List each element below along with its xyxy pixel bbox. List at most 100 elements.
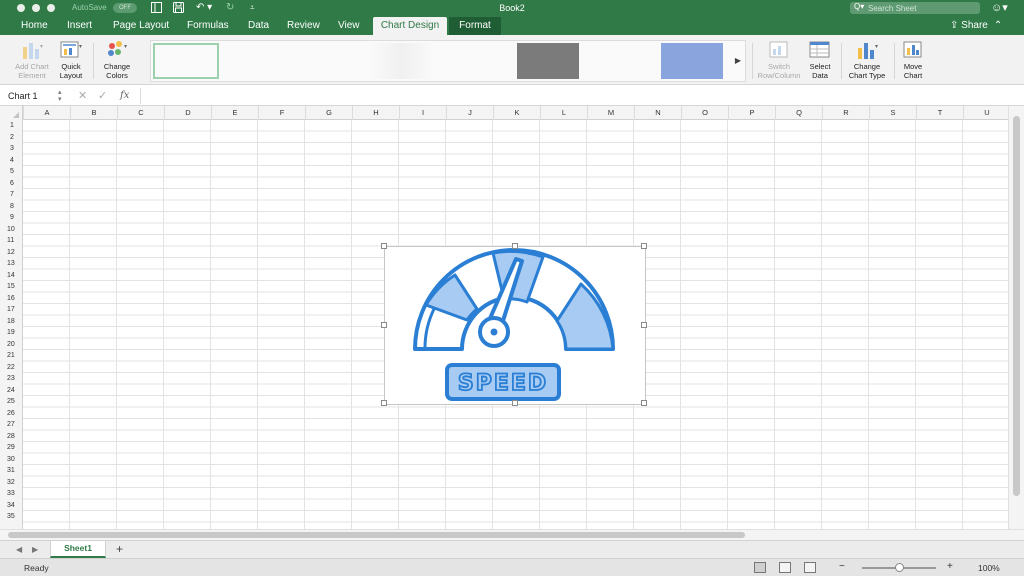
row-header-16[interactable]: 16 — [0, 293, 22, 305]
sheet-tab-sheet1[interactable]: Sheet1 — [50, 541, 106, 558]
row-header-8[interactable]: 8 — [0, 201, 22, 213]
row-header-22[interactable]: 22 — [0, 362, 22, 374]
column-header-o[interactable]: O — [681, 106, 728, 120]
resize-handle-sw[interactable] — [381, 400, 387, 406]
add-sheet-button[interactable]: + — [116, 543, 123, 556]
chart-style-1[interactable] — [153, 43, 219, 79]
tab-insert[interactable]: Insert — [60, 17, 99, 35]
row-header-9[interactable]: 9 — [0, 212, 22, 224]
zoom-in-button[interactable]: + — [947, 561, 953, 573]
page-break-view-icon[interactable] — [804, 562, 816, 573]
move-chart-button[interactable]: Move Chart — [898, 39, 928, 80]
row-header-29[interactable]: 29 — [0, 442, 22, 454]
add-chart-element-button[interactable]: ▾ Add Chart Element — [10, 39, 54, 80]
insert-function-icon[interactable]: fx — [120, 89, 129, 103]
row-header-18[interactable]: 18 — [0, 316, 22, 328]
column-header-q[interactable]: Q — [775, 106, 822, 120]
column-header-d[interactable]: D — [164, 106, 211, 120]
next-sheet-icon[interactable]: ▶ — [32, 544, 38, 556]
zoom-slider-thumb[interactable] — [895, 563, 904, 572]
column-header-e[interactable]: E — [211, 106, 258, 120]
column-header-a[interactable]: A — [23, 106, 70, 120]
select-all-button[interactable] — [0, 106, 23, 120]
resize-handle-w[interactable] — [381, 322, 387, 328]
tab-format[interactable]: Format — [449, 17, 501, 35]
tab-data[interactable]: Data — [241, 17, 276, 35]
tab-chart-design[interactable]: Chart Design — [373, 17, 447, 35]
row-header-32[interactable]: 32 — [0, 477, 22, 489]
row-header-3[interactable]: 3 — [0, 143, 22, 155]
column-header-t[interactable]: T — [916, 106, 963, 120]
column-header-u[interactable]: U — [963, 106, 1008, 120]
row-header-23[interactable]: 23 — [0, 373, 22, 385]
row-header-17[interactable]: 17 — [0, 304, 22, 316]
chart-object[interactable]: SPEED — [381, 243, 647, 406]
row-header-35[interactable]: 35 — [0, 511, 22, 523]
chart-style-6[interactable] — [587, 43, 653, 79]
resize-handle-n[interactable] — [512, 243, 518, 249]
chart-style-7[interactable] — [661, 43, 723, 79]
column-header-g[interactable]: G — [305, 106, 352, 120]
row-header-14[interactable]: 14 — [0, 270, 22, 282]
column-header-m[interactable]: M — [587, 106, 634, 120]
resize-handle-s[interactable] — [512, 400, 518, 406]
column-header-i[interactable]: I — [399, 106, 446, 120]
search-input[interactable] — [868, 3, 976, 13]
row-header-25[interactable]: 25 — [0, 396, 22, 408]
resize-handle-ne[interactable] — [641, 243, 647, 249]
column-header-c[interactable]: C — [117, 106, 164, 120]
row-header-34[interactable]: 34 — [0, 500, 22, 512]
confirm-entry-icon[interactable]: ✓ — [98, 89, 107, 103]
column-header-f[interactable]: F — [258, 106, 305, 120]
page-layout-view-icon[interactable] — [779, 562, 791, 573]
row-header-28[interactable]: 28 — [0, 431, 22, 443]
row-header-27[interactable]: 27 — [0, 419, 22, 431]
chart-style-5[interactable] — [517, 43, 579, 79]
quick-layout-button[interactable]: ▾ Quick Layout — [56, 39, 86, 80]
prev-sheet-icon[interactable]: ◀ — [16, 544, 22, 556]
cancel-entry-icon[interactable]: ✕ — [78, 89, 87, 103]
resize-handle-nw[interactable] — [381, 243, 387, 249]
switch-row-column-button[interactable]: Switch Row/Column — [756, 39, 802, 80]
column-header-p[interactable]: P — [728, 106, 775, 120]
row-header-10[interactable]: 10 — [0, 224, 22, 236]
row-header-21[interactable]: 21 — [0, 350, 22, 362]
tab-home[interactable]: Home — [14, 17, 55, 35]
row-header-7[interactable]: 7 — [0, 189, 22, 201]
select-data-button[interactable]: Select Data — [804, 39, 836, 80]
row-header-30[interactable]: 30 — [0, 454, 22, 466]
row-header-11[interactable]: 11 — [0, 235, 22, 247]
row-header-24[interactable]: 24 — [0, 385, 22, 397]
share-button[interactable]: ⇪ Share ⌃ — [950, 17, 1002, 35]
row-header-1[interactable]: 1 — [0, 120, 22, 132]
column-header-b[interactable]: B — [70, 106, 117, 120]
column-header-r[interactable]: R — [822, 106, 869, 120]
vertical-scrollbar[interactable] — [1008, 106, 1024, 529]
row-header-12[interactable]: 12 — [0, 247, 22, 259]
column-header-n[interactable]: N — [634, 106, 681, 120]
column-header-l[interactable]: L — [540, 106, 587, 120]
search-box[interactable]: Q▾ — [850, 2, 980, 14]
row-header-33[interactable]: 33 — [0, 488, 22, 500]
resize-handle-se[interactable] — [641, 400, 647, 406]
formula-input[interactable] — [140, 88, 1016, 104]
column-header-j[interactable]: J — [446, 106, 493, 120]
row-header-5[interactable]: 5 — [0, 166, 22, 178]
row-header-4[interactable]: 4 — [0, 155, 22, 167]
chart-style-3[interactable] — [297, 43, 363, 79]
row-header-13[interactable]: 13 — [0, 258, 22, 270]
gallery-more-arrow-icon[interactable]: ▶ — [730, 40, 746, 82]
vertical-scroll-thumb[interactable] — [1013, 116, 1020, 496]
column-header-h[interactable]: H — [352, 106, 399, 120]
row-header-6[interactable]: 6 — [0, 178, 22, 190]
tab-view[interactable]: View — [331, 17, 367, 35]
row-header-31[interactable]: 31 — [0, 465, 22, 477]
tab-review[interactable]: Review — [280, 17, 327, 35]
normal-view-icon[interactable] — [754, 562, 766, 573]
change-chart-type-button[interactable]: ▾ Change Chart Type — [845, 39, 889, 80]
zoom-out-button[interactable]: − — [839, 561, 845, 573]
column-header-k[interactable]: K — [493, 106, 540, 120]
name-box-stepper-icon[interactable]: ▴ ▾ — [58, 89, 62, 103]
row-header-2[interactable]: 2 — [0, 132, 22, 144]
horizontal-scrollbar[interactable] — [0, 529, 1024, 540]
